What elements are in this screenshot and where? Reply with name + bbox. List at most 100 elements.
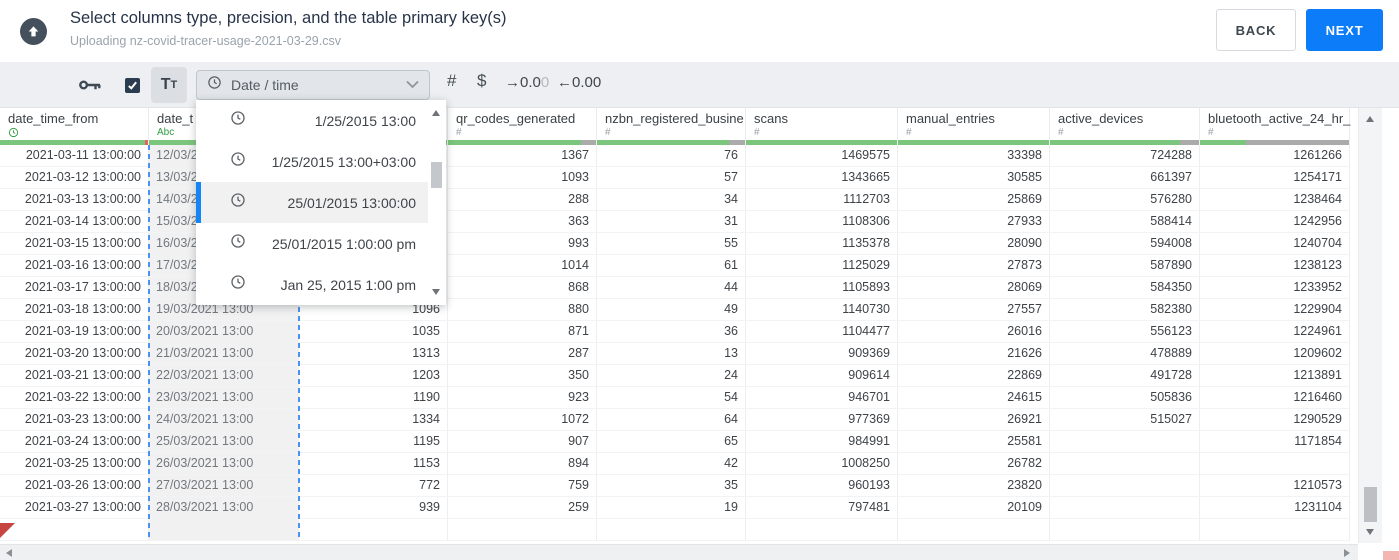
table-cell[interactable]: 1195 (299, 431, 448, 452)
table-cell[interactable]: 24 (597, 365, 746, 386)
table-cell[interactable]: 1216460 (1200, 387, 1350, 408)
table-cell[interactable]: 772 (299, 475, 448, 496)
column-header-active_devices[interactable]: active_devices # (1050, 108, 1200, 140)
table-cell[interactable]: 587890 (1050, 255, 1200, 276)
table-cell[interactable]: 61 (597, 255, 746, 276)
table-cell[interactable]: 1209602 (1200, 343, 1350, 364)
table-cell[interactable]: 64 (597, 409, 746, 430)
table-cell[interactable]: 907 (448, 431, 597, 452)
table-cell[interactable]: 1313 (299, 343, 448, 364)
table-cell[interactable]: 54 (597, 387, 746, 408)
table-cell[interactable]: 515027 (1050, 409, 1200, 430)
table-cell[interactable]: 27933 (898, 211, 1050, 232)
table-cell[interactable]: 576280 (1050, 189, 1200, 210)
table-cell[interactable]: 1035 (299, 321, 448, 342)
table-cell[interactable] (149, 519, 299, 540)
table-cell[interactable]: 2021-03-18 13:00:00 (0, 299, 149, 320)
table-cell[interactable]: 36 (597, 321, 746, 342)
table-cell[interactable]: 977369 (746, 409, 898, 430)
dropdown-scroll-up-icon[interactable] (432, 110, 440, 116)
table-cell[interactable] (597, 519, 746, 540)
table-cell[interactable]: 2021-03-14 13:00:00 (0, 211, 149, 232)
table-cell[interactable]: 1135378 (746, 233, 898, 254)
scroll-down-icon[interactable] (1366, 529, 1374, 535)
table-cell[interactable]: 923 (448, 387, 597, 408)
table-cell[interactable]: 1125029 (746, 255, 898, 276)
table-cell[interactable]: 25581 (898, 431, 1050, 452)
table-cell[interactable]: 2021-03-16 13:00:00 (0, 255, 149, 276)
column-header-date_time_from[interactable]: date_time_from (0, 108, 149, 140)
table-cell[interactable]: 22869 (898, 365, 1050, 386)
table-cell[interactable]: 946701 (746, 387, 898, 408)
table-cell[interactable]: 26921 (898, 409, 1050, 430)
table-cell[interactable]: 1210573 (1200, 475, 1350, 496)
dropdown-scroll-down-icon[interactable] (432, 289, 440, 295)
table-cell[interactable] (1050, 453, 1200, 474)
table-cell[interactable]: 25/03/2021 13:00 (149, 431, 299, 452)
table-cell[interactable]: 34 (597, 189, 746, 210)
table-cell[interactable]: 868 (448, 277, 597, 298)
table-cell[interactable]: 23/03/2021 13:00 (149, 387, 299, 408)
table-cell[interactable]: 909614 (746, 365, 898, 386)
table-cell[interactable]: 2021-03-12 13:00:00 (0, 167, 149, 188)
dropdown-scrollbar-thumb[interactable] (431, 162, 442, 188)
table-cell[interactable]: 28069 (898, 277, 1050, 298)
table-cell[interactable]: 1105893 (746, 277, 898, 298)
table-cell[interactable]: 2021-03-21 13:00:00 (0, 365, 149, 386)
table-cell[interactable]: 1104477 (746, 321, 898, 342)
table-cell[interactable]: 880 (448, 299, 597, 320)
table-cell[interactable] (1050, 519, 1200, 540)
column-header-nzbn_registered_busine[interactable]: nzbn_registered_busine # (597, 108, 746, 140)
table-cell[interactable]: 2021-03-17 13:00:00 (0, 277, 149, 298)
table-cell[interactable]: 76 (597, 145, 746, 166)
table-cell[interactable]: 25869 (898, 189, 1050, 210)
scroll-right-icon[interactable] (1344, 549, 1350, 557)
table-cell[interactable]: 1140730 (746, 299, 898, 320)
table-cell[interactable]: 20/03/2021 13:00 (149, 321, 299, 342)
table-cell[interactable]: 2021-03-24 13:00:00 (0, 431, 149, 452)
table-cell[interactable]: 31 (597, 211, 746, 232)
dropdown-option[interactable]: 1/25/2015 13:00 (196, 100, 428, 141)
table-cell[interactable]: 2021-03-23 13:00:00 (0, 409, 149, 430)
table-cell[interactable]: 1008250 (746, 453, 898, 474)
table-cell[interactable]: 1203 (299, 365, 448, 386)
table-cell[interactable]: 33398 (898, 145, 1050, 166)
boolean-type-checkbox[interactable] (125, 78, 140, 93)
next-button[interactable]: NEXT (1306, 9, 1383, 51)
table-cell[interactable]: 478889 (1050, 343, 1200, 364)
table-cell[interactable]: 594008 (1050, 233, 1200, 254)
table-cell[interactable]: 1367 (448, 145, 597, 166)
table-cell[interactable]: 1229904 (1200, 299, 1350, 320)
table-cell[interactable]: 1231104 (1200, 497, 1350, 518)
table-cell[interactable]: 1014 (448, 255, 597, 276)
table-cell[interactable] (448, 519, 597, 540)
table-cell[interactable]: 57 (597, 167, 746, 188)
decrease-precision-button[interactable]: ←0.00 (557, 74, 601, 91)
datetime-format-select[interactable]: Date / time (196, 70, 430, 100)
scroll-up-icon[interactable] (1366, 116, 1374, 122)
table-cell[interactable]: 22/03/2021 13:00 (149, 365, 299, 386)
table-cell[interactable]: 65 (597, 431, 746, 452)
scroll-left-icon[interactable] (6, 549, 12, 557)
table-cell[interactable]: 2021-03-19 13:00:00 (0, 321, 149, 342)
table-cell[interactable]: 1224961 (1200, 321, 1350, 342)
table-cell[interactable]: 288 (448, 189, 597, 210)
back-button[interactable]: BACK (1216, 9, 1296, 51)
table-cell[interactable]: 259 (448, 497, 597, 518)
table-cell[interactable]: 1240704 (1200, 233, 1350, 254)
table-cell[interactable]: 1469575 (746, 145, 898, 166)
table-cell[interactable]: 2021-03-11 13:00:00 (0, 145, 149, 166)
table-cell[interactable]: 661397 (1050, 167, 1200, 188)
table-cell[interactable]: 2021-03-13 13:00:00 (0, 189, 149, 210)
table-cell[interactable]: 1290529 (1200, 409, 1350, 430)
table-cell[interactable]: 23820 (898, 475, 1050, 496)
table-cell[interactable] (299, 519, 448, 540)
table-cell[interactable]: 797481 (746, 497, 898, 518)
table-cell[interactable]: 363 (448, 211, 597, 232)
table-cell[interactable]: 1108306 (746, 211, 898, 232)
vertical-scrollbar-thumb[interactable] (1364, 487, 1377, 522)
table-cell[interactable]: 1190 (299, 387, 448, 408)
table-cell[interactable]: 26782 (898, 453, 1050, 474)
dropdown-option[interactable]: 1/25/2015 13:00+03:00 (196, 141, 428, 182)
table-cell[interactable]: 2021-03-22 13:00:00 (0, 387, 149, 408)
